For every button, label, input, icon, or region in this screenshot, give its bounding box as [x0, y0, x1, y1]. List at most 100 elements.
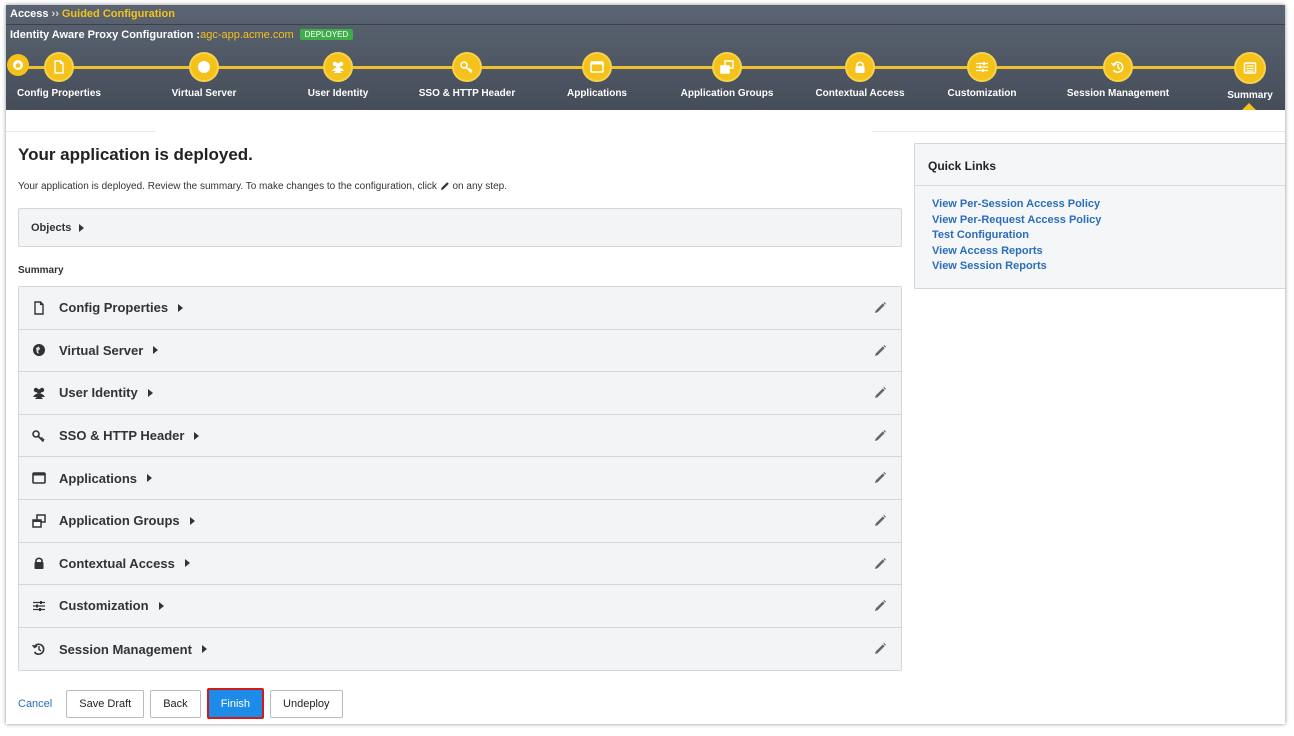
document-icon — [51, 59, 67, 75]
edit-pencil-icon[interactable] — [873, 557, 887, 571]
summary-row-label: Session Management — [59, 641, 192, 657]
document-icon — [31, 300, 47, 316]
wizard-step[interactable]: Virtual Server — [144, 52, 264, 99]
edit-pencil-icon[interactable] — [873, 471, 887, 485]
users-icon — [31, 385, 47, 401]
content-divider-left — [6, 131, 156, 132]
sliders-icon — [974, 59, 990, 75]
summary-row-label: SSO & HTTP Header — [59, 428, 185, 444]
edit-pencil-icon[interactable] — [873, 344, 887, 358]
summary-row-label: Contextual Access — [59, 555, 175, 571]
sliders-icon — [31, 598, 47, 614]
action-bar: Cancel Save Draft Back Finish Undeploy — [18, 688, 349, 719]
undeploy-button[interactable]: Undeploy — [270, 689, 343, 718]
save-draft-button[interactable]: Save Draft — [66, 689, 145, 718]
expand-arrow-icon — [189, 516, 195, 525]
windows-group-icon — [719, 59, 735, 75]
wizard-step[interactable]: Summary — [1190, 52, 1285, 101]
summary-row[interactable]: User Identity — [19, 372, 901, 415]
step-circle — [967, 52, 997, 82]
expand-arrow-icon — [158, 601, 164, 610]
active-step-caret — [1242, 103, 1256, 110]
status-badge: DEPLOYED — [299, 29, 354, 40]
description-suffix: on any step. — [452, 181, 507, 192]
breadcrumb-root[interactable]: Access — [10, 8, 49, 20]
summary-row-label: User Identity — [59, 385, 138, 401]
expand-arrow-icon — [178, 303, 184, 312]
globe-icon — [31, 342, 47, 358]
step-circle — [452, 52, 482, 82]
step-circle — [712, 52, 742, 82]
summary-row[interactable]: Config Properties — [19, 287, 901, 330]
wizard-header: Access ›› Guided Configuration Identity Aw… — [6, 5, 1285, 110]
summary-row[interactable]: Virtual Server — [19, 329, 901, 373]
step-circle — [323, 52, 353, 82]
summary-row-label: Config Properties — [59, 300, 169, 316]
history-icon — [31, 641, 47, 657]
windows-group-icon — [31, 513, 47, 529]
app-window: Access ›› Guided Configuration Identity Aw… — [6, 5, 1285, 724]
window-icon — [31, 470, 47, 486]
summary-row-label: Application Groups — [59, 513, 180, 529]
step-circle — [44, 52, 74, 82]
main-content: Your application is deployed. Your appli… — [18, 145, 904, 672]
wizard-step[interactable]: Customization — [922, 52, 1042, 99]
wizard-step[interactable]: Contextual Access — [800, 52, 920, 99]
edit-pencil-icon[interactable] — [873, 429, 887, 443]
finish-button[interactable]: Finish — [206, 688, 265, 719]
quick-link[interactable]: View Per-Session Access Policy — [932, 197, 1268, 213]
edit-pencil-icon[interactable] — [873, 514, 887, 528]
edit-pencil-icon[interactable] — [873, 386, 887, 400]
step-label: Session Management — [1066, 88, 1170, 99]
lock-icon — [31, 555, 47, 571]
wizard-step[interactable]: SSO & HTTP Header — [407, 52, 527, 99]
step-circle — [582, 52, 612, 82]
wizard-step[interactable]: Application Groups — [667, 52, 787, 99]
expand-arrow-icon — [184, 559, 190, 568]
pencil-icon — [440, 182, 449, 191]
edit-pencil-icon[interactable] — [873, 642, 887, 656]
wizard-step[interactable]: Session Management — [1058, 52, 1178, 99]
step-label: Config Properties — [17, 88, 101, 99]
summary-list: Config Properties Virtual Server User Iden… — [18, 286, 902, 672]
quick-link[interactable]: View Session Reports — [932, 259, 1268, 275]
edit-pencil-icon[interactable] — [873, 301, 887, 315]
summary-row-label: Virtual Server — [59, 342, 144, 358]
step-label: SSO & HTTP Header — [418, 88, 516, 99]
back-button[interactable]: Back — [150, 689, 201, 718]
config-title: Identity Aware Proxy Configuration : — [10, 29, 201, 41]
step-label: Applications — [566, 88, 627, 99]
step-circle — [1103, 52, 1133, 82]
step-circle — [845, 52, 875, 82]
quick-link[interactable]: View Per-Request Access Policy — [932, 213, 1268, 229]
step-circle — [189, 52, 219, 82]
summary-row[interactable]: Applications — [19, 457, 901, 500]
quick-links-list: View Per-Session Access Policy View Per-R… — [915, 186, 1285, 286]
expand-arrow-icon — [153, 346, 159, 355]
quick-links-panel: Quick Links View Per-Session Access Poli… — [914, 143, 1285, 289]
globe-icon — [196, 59, 212, 75]
summary-row[interactable]: Contextual Access — [19, 542, 901, 586]
wizard-step[interactable]: Applications — [537, 52, 657, 99]
page-description: Your application is deployed. Review the… — [18, 181, 904, 192]
cancel-link[interactable]: Cancel — [18, 698, 52, 710]
step-label: Customization — [947, 88, 1017, 99]
wizard-step[interactable]: User Identity — [278, 52, 398, 99]
edit-pencil-icon[interactable] — [873, 599, 887, 613]
quick-link[interactable]: View Access Reports — [932, 244, 1268, 260]
summary-row-label: Applications — [59, 470, 138, 486]
wizard-step[interactable]: Config Properties — [6, 52, 119, 99]
content-divider-right — [872, 131, 1285, 132]
page-subtitle: Identity Aware Proxy Configuration :agc-… — [10, 29, 354, 41]
breadcrumb: Access ›› Guided Configuration — [10, 8, 175, 20]
summary-row-label: Customization — [59, 598, 149, 614]
summary-row[interactable]: Session Management — [19, 627, 901, 671]
summary-row[interactable]: SSO & HTTP Header — [19, 414, 901, 458]
page-title: Your application is deployed. — [18, 145, 253, 164]
quick-link[interactable]: Test Configuration — [932, 228, 1268, 244]
step-label: Virtual Server — [171, 88, 237, 99]
objects-panel[interactable]: Objects — [18, 208, 902, 247]
expand-arrow-icon — [194, 431, 200, 440]
summary-row[interactable]: Application Groups — [19, 499, 901, 543]
summary-row[interactable]: Customization — [19, 585, 901, 628]
